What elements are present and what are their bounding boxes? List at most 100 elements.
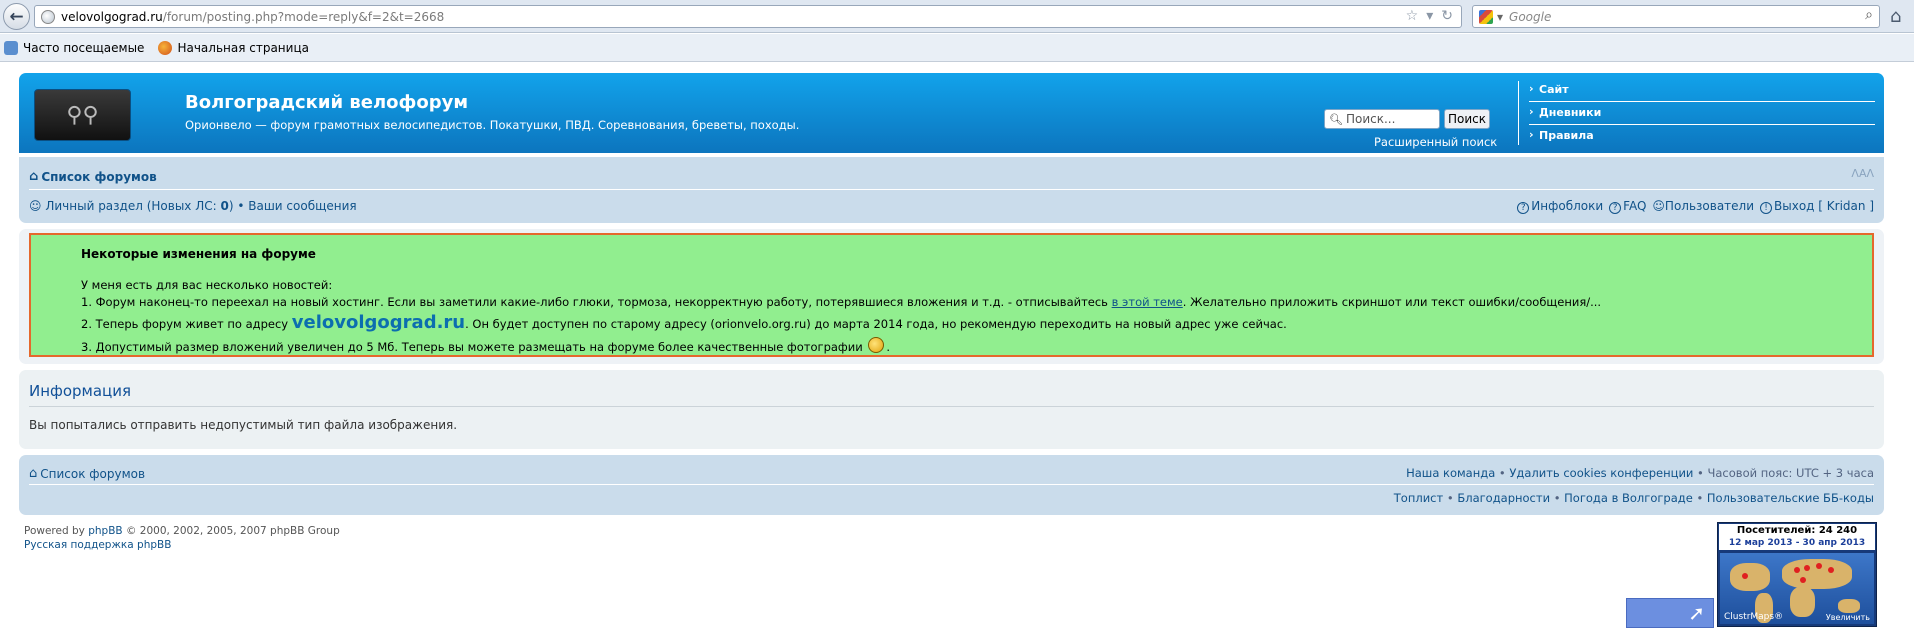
forum-index-link[interactable]: ⌂ Список форумов — [29, 169, 157, 184]
item-3-text-end: . — [886, 340, 891, 354]
forum-search-input[interactable]: 🔍︎ Поиск... — [1324, 109, 1440, 129]
home-icon[interactable]: ⌂ — [1890, 6, 1901, 27]
advanced-search-link[interactable]: Расширенный поиск — [1374, 135, 1497, 149]
members-label: Пользователи — [1664, 199, 1755, 213]
quicklinks-menu: Сайт Дневники Правила — [1518, 81, 1876, 145]
search-button[interactable]: Поиск — [1444, 109, 1490, 129]
pm-link[interactable]: Личный раздел (Новых ЛС: — [45, 199, 220, 213]
visitor-dates: 12 мар 2013 - 30 апр 2013 — [1728, 538, 1866, 548]
browser-toolbar: ← velovolgograd.ru/forum/posting.php?mod… — [0, 0, 1914, 33]
home-icon: ⌂ — [29, 466, 38, 481]
navbar: ⌂ Список форумов ᐱAᐱ ☺ Личный раздел (Но… — [19, 157, 1884, 223]
bbcodes-link[interactable]: Пользовательские ББ-коды — [1707, 491, 1874, 505]
announcement-item-1: 1. Форум наконец-то переехал на новый хо… — [81, 295, 1872, 309]
divider — [29, 189, 1874, 190]
announcement-intro: У меня есть для вас несколько новостей: — [81, 278, 333, 292]
announcement-item-3: 3. Допустимый размер вложений увеличен д… — [81, 337, 1872, 354]
announcement-item-2: 2. Теперь форум живет по адресу velovolg… — [81, 312, 1872, 333]
phpbb-link[interactable]: phpBB — [88, 525, 122, 537]
weather-link[interactable]: Погода в Волгограде — [1564, 491, 1693, 505]
bookmark-label: Часто посещаемые — [23, 40, 145, 55]
info-title: Информация — [29, 382, 132, 400]
google-icon[interactable] — [1479, 9, 1493, 24]
copyright: Powered by phpBB © 2000, 2002, 2005, 200… — [24, 524, 340, 552]
bookmark-label: Начальная страница — [177, 40, 309, 55]
item-2-text-end: . Он будет доступен по старому адресу (o… — [465, 317, 1287, 331]
site-identity-icon[interactable] — [41, 9, 55, 24]
font-resize-control[interactable]: ᐱAᐱ — [1851, 167, 1874, 180]
separator: • — [1498, 466, 1510, 480]
footer-links-top: Наша команда • Удалить cookies конференц… — [1406, 466, 1874, 480]
continent-shape — [1790, 587, 1815, 617]
faq-icon: ? — [1609, 202, 1622, 214]
back-arrow-icon: ← — [9, 6, 24, 27]
back-button[interactable]: ← — [3, 3, 30, 30]
topic-link[interactable]: в этой теме — [1112, 295, 1183, 309]
footer-navbar: ⌂ Список форумов Наша команда • Удалить … — [19, 455, 1884, 515]
continent-shape — [1730, 563, 1770, 591]
logout-link[interactable]: ! Выход [ Kridan ] — [1760, 199, 1874, 214]
item-2-text: 2. Теперь форум живет по адресу — [81, 317, 292, 331]
footer-index-link[interactable]: ⌂ Список форумов — [29, 466, 145, 481]
home-icon: ⌂ — [29, 169, 39, 184]
item-1-text-end: . Желательно приложить скриншот или текс… — [1182, 295, 1602, 309]
announcement-title: Некоторые изменения на форуме — [81, 247, 316, 261]
quicklink-diaries[interactable]: Дневники — [1529, 105, 1875, 125]
continent-shape — [1838, 599, 1860, 613]
clustrmaps-zoom[interactable]: Увеличить — [1826, 613, 1870, 622]
bookmark-start-page[interactable]: Начальная страница — [158, 40, 309, 55]
delete-cookies-link[interactable]: Удалить cookies конференции — [1509, 466, 1693, 480]
visitor-count: Посетителей: 24 240 — [1736, 525, 1858, 536]
your-posts-link[interactable]: Ваши сообщения — [248, 199, 356, 213]
search-engine-chevron-icon[interactable]: ▾ — [1497, 10, 1503, 24]
new-site-address: velovolgograd.ru — [291, 312, 466, 333]
item-1-text: 1. Форум наконец-то переехал на новый хо… — [81, 295, 1112, 309]
site-logo[interactable]: ⚲⚲ — [34, 89, 131, 141]
arrow-up-right-icon: ➚ — [1688, 601, 1705, 625]
visitor-dot — [1804, 565, 1810, 571]
reload-icon[interactable]: ↻ — [1441, 8, 1453, 24]
site-description: Орионвело — форум грамотных велосипедист… — [185, 118, 800, 132]
private-messages: ☺ Личный раздел (Новых ЛС: 0) • Ваши соо… — [29, 199, 357, 213]
visitor-dot — [1800, 577, 1806, 583]
user-links: ? Инфоблоки ? FAQ ☺Пользователи ! Выход [ K… — [1517, 199, 1874, 214]
announcement-panel: Некоторые изменения на форуме У меня ест… — [19, 229, 1884, 364]
separator: • — [1696, 491, 1707, 505]
members-link[interactable]: ☺Пользователи — [1652, 199, 1754, 214]
address-bar[interactable]: velovolgograd.ru/forum/posting.php?mode=… — [34, 5, 1462, 28]
visitor-dot — [1794, 567, 1800, 573]
clustrmaps-label: ClustrMaps® — [1724, 612, 1784, 622]
quicklink-site[interactable]: Сайт — [1529, 82, 1875, 102]
bookmarks-toolbar: Часто посещаемые Начальная страница — [0, 34, 1914, 62]
smiley-icon — [868, 337, 885, 353]
separator: • — [1697, 466, 1708, 480]
faq-link[interactable]: ? FAQ — [1609, 199, 1646, 214]
visitor-dot — [1828, 567, 1834, 573]
timezone-text: Часовой пояс: UTC + 3 часа — [1707, 466, 1875, 480]
search-icon[interactable]: ⌕ — [1865, 7, 1873, 23]
thanks-link[interactable]: Благодарности — [1457, 491, 1550, 505]
expand-arrow-button[interactable]: ➚ — [1626, 598, 1714, 628]
powered-post: © 2000, 2002, 2005, 2007 phpBB Group — [122, 525, 340, 537]
info-message: Вы попытались отправить недопустимый тип… — [29, 418, 458, 432]
pm-count: 0 — [220, 199, 229, 213]
footer-index-label: Список форумов — [40, 466, 146, 481]
team-link[interactable]: Наша команда — [1406, 466, 1495, 480]
web-search-bar[interactable]: ▾ Google ⌕ — [1472, 5, 1880, 28]
clustrmaps-widget[interactable]: Посетителей: 24 240 12 мар 2013 - 30 апр… — [1717, 522, 1877, 627]
firefox-icon — [158, 40, 173, 55]
logout-label: Выход [ Kridan ] — [1774, 199, 1874, 213]
infoblocks-link[interactable]: ? Инфоблоки — [1517, 199, 1603, 214]
bookmark-folder-icon — [4, 40, 18, 55]
forum-index-label: Список форумов — [41, 169, 157, 184]
bicycle-icon: ⚲⚲ — [66, 102, 99, 128]
quicklink-rules[interactable]: Правила — [1529, 128, 1875, 148]
clustrmaps-header: Посетителей: 24 240 12 мар 2013 - 30 апр… — [1719, 524, 1875, 550]
bookmark-star-icon[interactable]: ☆ — [1406, 8, 1419, 24]
bookmark-most-visited[interactable]: Часто посещаемые — [4, 40, 145, 55]
russian-support-link[interactable]: Русская поддержка phpBB — [24, 539, 171, 551]
site-title[interactable]: Волгоградский велофорум — [185, 92, 468, 113]
url-path: /forum/posting.php?mode=reply&f=2&t=2668 — [162, 9, 445, 24]
dropdown-icon[interactable]: ▾ — [1426, 8, 1433, 24]
toplist-link[interactable]: Топлист — [1394, 491, 1443, 505]
